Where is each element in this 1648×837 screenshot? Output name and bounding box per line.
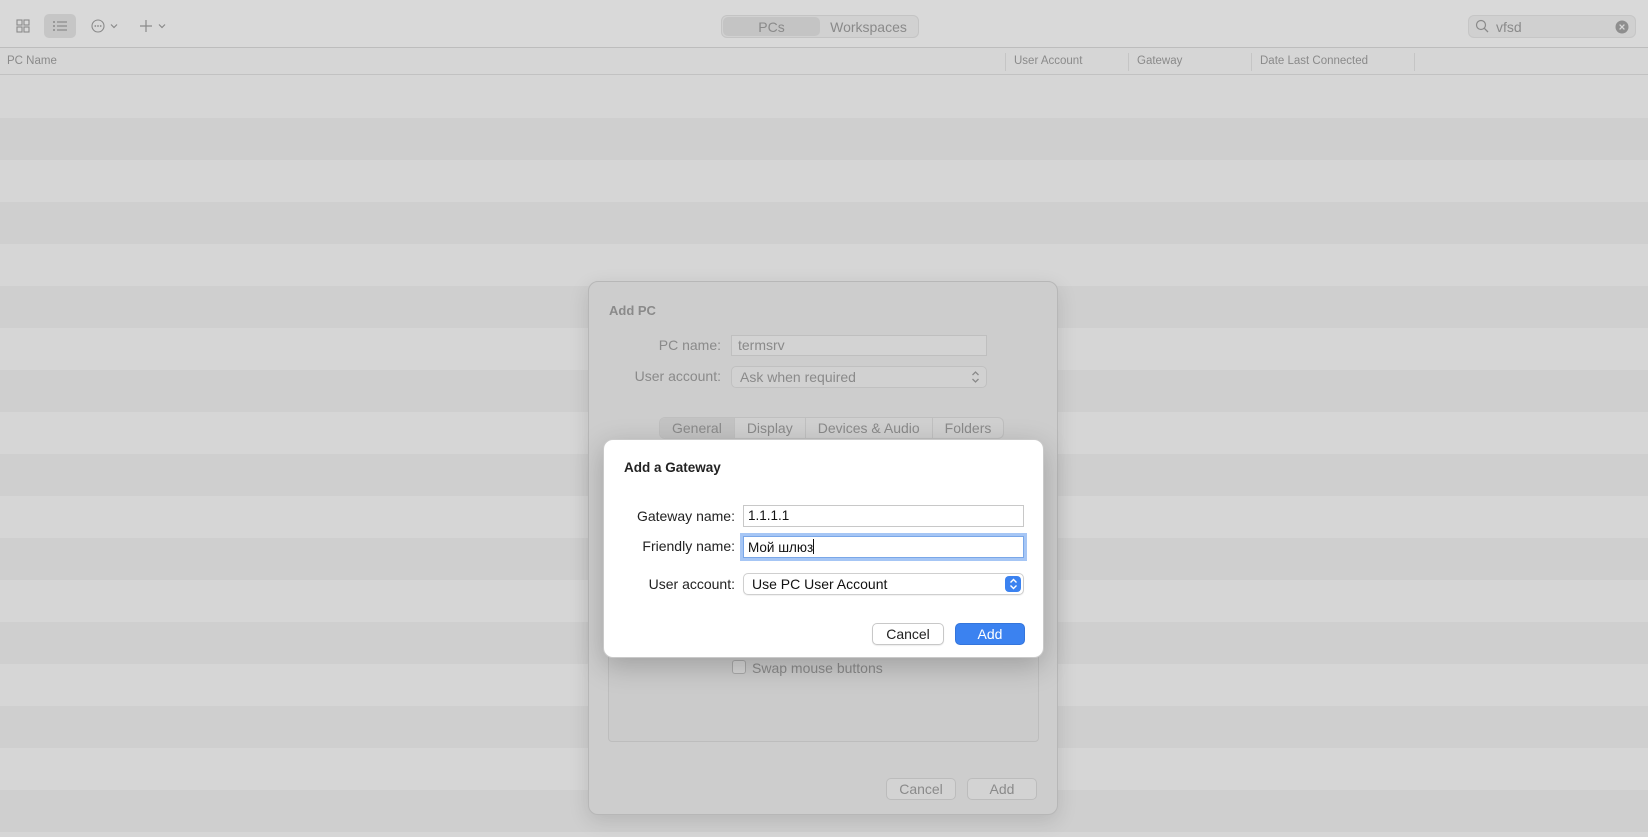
user-account-value: Use PC User Account [752,576,888,592]
add-pc-tabs: General Display Devices & Audio Folders [659,417,1005,439]
search-input[interactable]: vfsd [1496,19,1522,35]
list-view-icon[interactable] [44,14,76,38]
add-button[interactable]: Add [955,623,1025,645]
grid-view-icon[interactable] [12,14,34,38]
search-icon [1475,19,1489,38]
list-row [0,202,1648,244]
dialog-title: Add a Gateway [624,460,721,475]
cancel-button[interactable]: Cancel [886,778,956,800]
add-icon[interactable] [136,14,170,38]
more-options-icon[interactable] [88,14,122,38]
user-account-select[interactable]: Use PC User Account [743,573,1024,595]
view-segmented-control: PCs Workspaces [721,15,919,38]
pc-name-field[interactable]: termsrv [731,335,987,356]
search-field[interactable]: vfsd [1468,15,1636,38]
column-user-account[interactable]: User Account [1014,55,1082,67]
chevron-updown-icon [971,370,980,387]
column-pc-name[interactable]: PC Name [7,55,57,67]
column-gateway[interactable]: Gateway [1137,55,1182,67]
toolbar: PCs Workspaces vfsd [0,0,1648,48]
tab-general[interactable]: General [660,418,735,438]
user-account-label: User account: [648,576,735,592]
swap-mouse-label: Swap mouse buttons [752,660,883,676]
chevron-updown-icon [1005,576,1021,592]
gateway-name-value: 1.1.1.1 [748,508,790,523]
list-row [0,244,1648,286]
tab-folders[interactable]: Folders [933,418,1004,438]
add-button[interactable]: Add [967,778,1037,800]
column-header: PC Name User Account Gateway Date Last C… [0,49,1648,75]
column-date-last-connected[interactable]: Date Last Connected [1260,55,1368,67]
list-row [0,832,1648,837]
tab-pcs[interactable]: PCs [723,17,820,36]
clear-search-icon[interactable] [1615,20,1629,39]
pc-name-label: PC name: [658,337,721,353]
swap-mouse-checkbox[interactable] [732,660,746,674]
cancel-button[interactable]: Cancel [872,623,944,645]
dialog-title: Add PC [609,303,656,318]
list-row [0,160,1648,202]
friendly-name-field[interactable]: Мой шлюз [743,536,1024,558]
tab-display[interactable]: Display [735,418,806,438]
list-row [0,118,1648,160]
list-row [0,76,1648,118]
gateway-name-label: Gateway name: [636,508,735,524]
tab-devices-audio[interactable]: Devices & Audio [806,418,933,438]
gateway-name-field[interactable]: 1.1.1.1 [743,505,1024,527]
text-caret [813,539,815,554]
tab-workspaces[interactable]: Workspaces [820,17,917,36]
user-account-value: Ask when required [740,369,856,385]
friendly-name-label: Friendly name: [642,538,735,554]
user-account-label: User account: [634,368,721,384]
add-gateway-dialog: Add a Gateway Gateway name: 1.1.1.1 Frie… [603,439,1044,658]
friendly-name-value: Мой шлюз [748,540,814,555]
user-account-select[interactable]: Ask when required [731,366,987,388]
